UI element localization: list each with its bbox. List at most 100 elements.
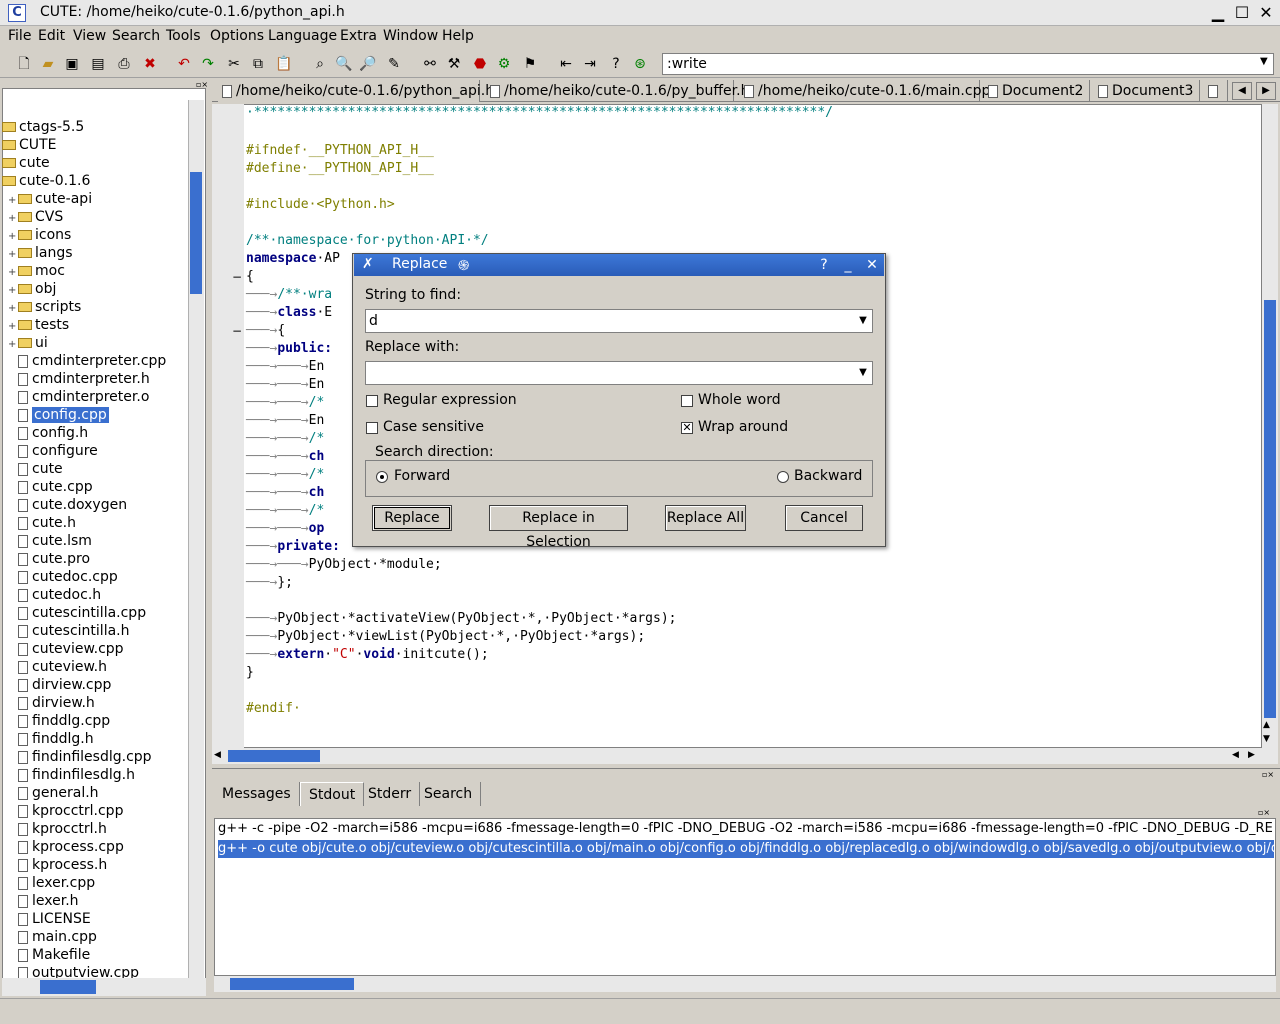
wrap-checkbox[interactable]: ✕ [681,422,693,434]
build-icon[interactable]: ⚑ [520,54,540,74]
tree-item[interactable]: cutescintilla.cpp [2,604,146,622]
bookmark-next-icon[interactable]: ⇥ [580,54,600,74]
tree-item[interactable]: + tests [2,316,69,334]
tree-horizontal-scrollbar[interactable] [2,978,206,996]
new-file-icon[interactable]: 🗋 [14,54,34,74]
menu-edit[interactable]: Edit [38,28,65,44]
menu-view[interactable]: View [73,28,106,44]
tree-item[interactable]: kprocctrl.cpp [2,802,123,820]
maximize-icon[interactable]: ☐ [1232,3,1252,23]
tree-item[interactable]: cutedoc.cpp [2,568,118,586]
replace-all-button[interactable]: Replace All [665,505,746,531]
save-icon[interactable]: ▣ [62,54,82,74]
dock-close-icon[interactable]: ▫× [1258,808,1270,817]
tree-item[interactable]: + obj [2,280,56,298]
dialog-close-button[interactable]: ✕ [862,256,882,274]
minimize-icon[interactable]: ▁ [1208,3,1228,23]
replace-icon[interactable]: ✎ [384,54,404,74]
tab-document3[interactable]: Document3 [1094,80,1200,102]
editor-horizontal-scrollbar[interactable] [212,748,1278,764]
tab-messages[interactable]: Messages [214,782,300,806]
splitter[interactable] [212,768,1280,772]
scroll-down-icon[interactable]: ▼ [1263,734,1270,744]
replace-in-selection-button[interactable]: Replace in Selection [489,505,628,550]
whole-word-checkbox[interactable] [681,395,693,407]
tree-item[interactable]: Makefile [2,946,90,964]
stop-icon[interactable]: ⬣ [470,54,490,74]
fold-marker-icon[interactable]: − [232,324,242,338]
menu-options[interactable]: Options [210,28,264,44]
output-line[interactable]: g++ -o cute obj/cute.o obj/cuteview.o ob… [218,840,1274,858]
output-horizontal-scrollbar[interactable] [214,976,1276,992]
binoculars-icon[interactable]: ⚯ [420,54,440,74]
tree-item[interactable]: finddlg.h [2,730,94,748]
tree-item[interactable]: + moc [2,262,65,280]
tree-item[interactable]: + langs [2,244,73,262]
tree-item[interactable]: lexer.cpp [2,874,95,892]
tree-item[interactable]: findinfilesdlg.cpp [2,748,152,766]
menu-language[interactable]: Language [268,28,337,44]
tab-python-api[interactable]: /home/heiko/cute-0.1.6/python_api.h [218,80,494,102]
tree-item[interactable]: cutescintilla.h [2,622,130,640]
tree-item[interactable]: + scripts [2,298,81,316]
scroll-left-icon[interactable]: ◀ [214,750,221,760]
close-icon[interactable]: ✕ [1256,3,1276,23]
fold-marker-icon[interactable]: − [232,270,242,284]
copy-icon[interactable]: ⧉ [248,54,268,74]
tab-scroll-left-icon[interactable]: ◀ [1232,82,1252,100]
find-icon[interactable]: ⌕ [310,54,330,74]
tree-item[interactable]: dirview.h [2,694,95,712]
tab-stderr[interactable]: Stderr [360,782,421,806]
case-checkbox[interactable] [366,422,378,434]
scroll-left-icon[interactable]: ◀ [1232,750,1239,760]
cancel-button[interactable]: Cancel [785,505,863,531]
tree-item[interactable]: + icons [2,226,71,244]
find-combo[interactable]: d [365,309,873,333]
output-hscroll-thumb[interactable] [230,978,354,990]
tab-scroll-right-icon[interactable]: ▶ [1256,82,1276,100]
chevron-down-icon[interactable]: ▼ [1260,56,1268,67]
tree-item[interactable]: cmdinterpreter.h [2,370,150,388]
tree-item[interactable]: cmdinterpreter.cpp [2,352,166,370]
redo-icon[interactable]: ↷ [198,54,218,74]
tree-item[interactable]: + ui [2,334,48,352]
tree-item[interactable]: + cute-api [2,190,92,208]
find-prev-icon[interactable]: 🔎 [358,54,378,74]
backward-radio[interactable] [777,471,789,483]
editor-hscroll-thumb[interactable] [228,750,320,762]
undo-icon[interactable]: ↶ [174,54,194,74]
tree-item[interactable]: cute.pro [2,550,90,568]
tree-item[interactable]: cute-0.1.6 [2,172,90,190]
output-line[interactable]: g++ -c -pipe -O2 -march=i586 -mcpu=i686 … [218,820,1274,838]
scroll-right-icon[interactable]: ▶ [1248,750,1255,760]
tree-item[interactable]: cuteview.cpp [2,640,124,658]
print-icon[interactable]: ⎙ [114,54,134,74]
tree-item[interactable]: CUTE [2,136,56,154]
tree-item[interactable]: cute.doxygen [2,496,127,514]
replace-button[interactable]: Replace [372,505,452,531]
tab-overflow[interactable] [1204,80,1228,102]
replace-combo[interactable] [365,361,873,385]
cut-icon[interactable]: ✂ [224,54,244,74]
tree-item[interactable]: cuteview.h [2,658,107,676]
dialog-help-button[interactable]: ? [814,256,834,274]
tree-item[interactable]: cute [2,460,63,478]
scroll-up-icon[interactable]: ▲ [1263,720,1270,730]
tree-item[interactable]: LICENSE [2,910,91,928]
menu-file[interactable]: File [8,28,31,44]
tree-item[interactable]: + CVS [2,208,63,226]
tab-py-buffer[interactable]: /home/heiko/cute-0.1.6/py_buffer.h [486,80,749,102]
tree-item[interactable]: kprocess.cpp [2,838,124,856]
tree-item[interactable]: cmdinterpreter.o [2,388,149,406]
tree-item[interactable]: ctags-5.5 [2,118,84,136]
close-file-icon[interactable]: ✖ [140,54,160,74]
tree-item[interactable]: cute [2,154,50,172]
quit-icon[interactable]: ⊛ [630,54,650,74]
tree-item[interactable]: dirview.cpp [2,676,111,694]
menu-window[interactable]: Window [383,28,438,44]
tree-hscroll-thumb[interactable] [40,980,96,994]
regex-checkbox[interactable] [366,395,378,407]
tree-item[interactable]: general.h [2,784,99,802]
tree-item[interactable]: config.h [2,424,88,442]
tree-item[interactable]: kprocctrl.h [2,820,107,838]
